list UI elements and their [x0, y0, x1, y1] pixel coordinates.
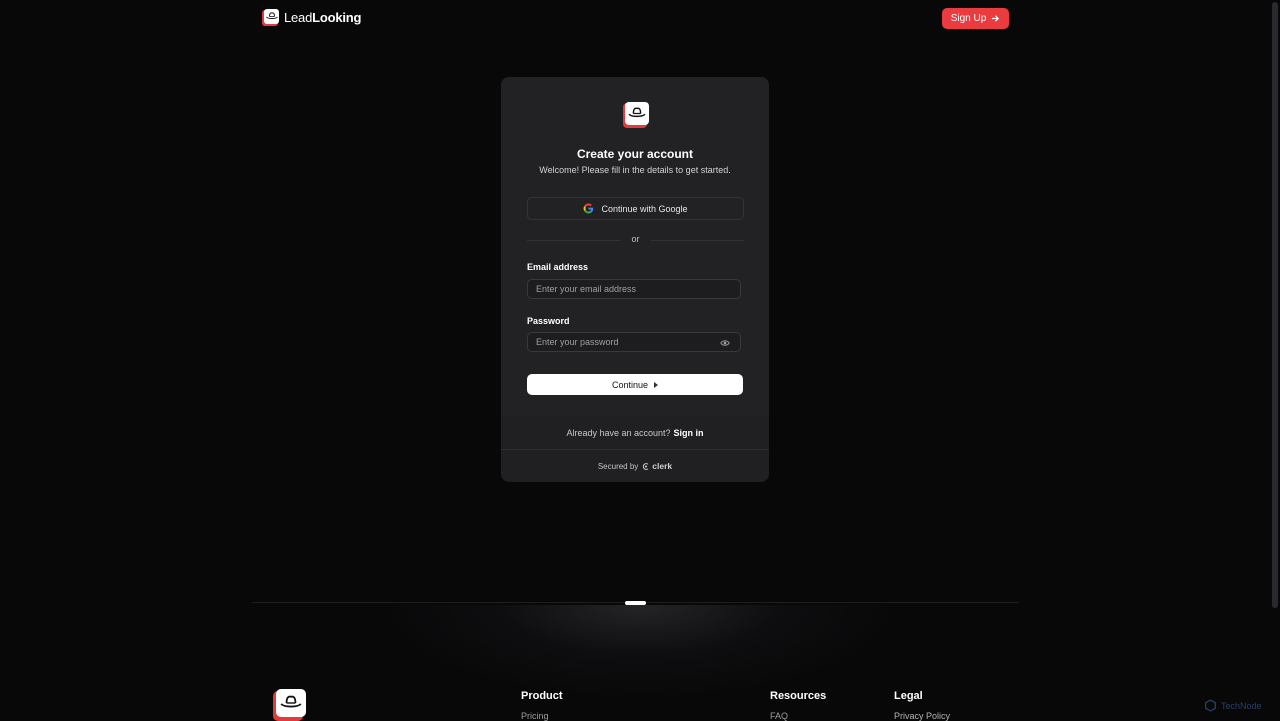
google-icon	[584, 203, 594, 214]
show-password-eye-icon[interactable]	[720, 338, 730, 348]
secured-by-text: Secured by	[597, 461, 639, 471]
clerk-link[interactable]: clerk	[642, 461, 672, 471]
sign-in-prompt: Already have an account? Sign in	[501, 416, 769, 450]
footer-logo-icon[interactable]	[273, 689, 306, 721]
footer-divider-pill	[625, 601, 646, 605]
clerk-label: clerk	[652, 461, 673, 471]
brand-name: LeadLooking	[284, 10, 361, 25]
sign-up-label: Sign Up	[950, 13, 987, 24]
top-navbar: LeadLooking Sign Up	[0, 0, 1280, 38]
footer-product-heading: Product	[521, 690, 563, 702]
footer-legal-heading: Legal	[894, 690, 923, 702]
email-label: Email address	[527, 262, 589, 272]
password-field-wrapper	[527, 332, 741, 352]
email-field[interactable]	[536, 284, 732, 294]
secured-by-footer: Secured by clerk	[501, 450, 769, 482]
hexagon-logo-icon	[1204, 699, 1217, 712]
password-label: Password	[527, 316, 570, 326]
continue-button[interactable]: Continue	[527, 374, 743, 395]
watermark-label: TechNode	[1221, 700, 1262, 711]
brand-name-light: Lead	[284, 10, 313, 25]
cowboy-hat-logo-icon	[262, 9, 279, 26]
clerk-logo-icon	[643, 462, 649, 470]
email-field-wrapper	[527, 279, 741, 299]
sign-up-form: Create your account Welcome! Please fill…	[501, 77, 769, 416]
sign-up-button[interactable]: Sign Up	[942, 8, 1009, 29]
watermark-badge: TechNode	[1204, 699, 1262, 712]
app-logo-icon	[623, 102, 649, 128]
or-divider: or	[527, 234, 744, 246]
password-field[interactable]	[536, 337, 732, 347]
footer-resources-heading: Resources	[770, 690, 827, 702]
continue-with-google-button[interactable]: Continue with Google	[527, 197, 744, 220]
brand-logo[interactable]: LeadLooking	[262, 9, 361, 26]
page-scrollbar[interactable]	[1272, 2, 1278, 608]
continue-button-label: Continue	[611, 379, 649, 390]
sign-up-card: Create your account Welcome! Please fill…	[501, 77, 769, 482]
caret-right-icon	[654, 382, 659, 388]
or-text: or	[631, 234, 640, 244]
card-subtitle: Welcome! Please fill in the details to g…	[539, 165, 731, 175]
arrow-right-icon	[992, 15, 1000, 22]
google-button-label: Continue with Google	[601, 203, 688, 214]
footer-glow	[390, 605, 890, 695]
card-title: Create your account	[576, 147, 694, 161]
brand-name-bold: Looking	[312, 10, 362, 25]
have-account-text: Already have an account?	[566, 427, 671, 438]
sign-in-link[interactable]: Sign in	[674, 428, 704, 438]
